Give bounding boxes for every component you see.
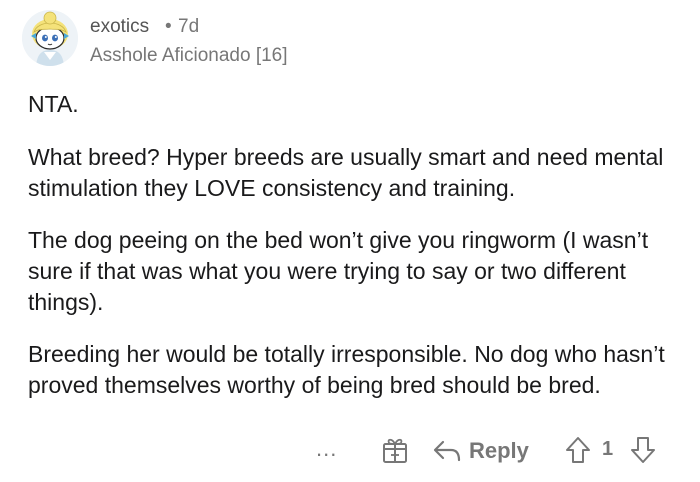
comment-age: 7d <box>178 16 200 37</box>
upvote-button[interactable] <box>565 436 591 464</box>
award-button[interactable] <box>382 436 408 464</box>
avatar[interactable] <box>22 10 78 66</box>
vote-score: 1 <box>602 438 614 460</box>
comment: exotics • 7d Asshole Aficionado [16] NTA… <box>0 0 700 482</box>
meta-separator: • <box>165 16 172 37</box>
snoo-avatar-icon <box>22 10 78 66</box>
reply-label: Reply <box>469 438 529 463</box>
author-username[interactable]: exotics <box>90 16 149 38</box>
downvote-arrow-icon <box>631 437 655 463</box>
more-options-button[interactable]: ... <box>316 438 337 460</box>
reply-arrow-icon <box>433 440 461 462</box>
comment-paragraph: What breed? Hyper breeds are usually sma… <box>28 144 664 201</box>
upvote-arrow-icon <box>566 437 590 463</box>
comment-paragraph: The dog peeing on the bed won’t give you… <box>28 227 649 315</box>
reply-button[interactable]: Reply <box>433 436 529 466</box>
downvote-button[interactable] <box>630 436 656 464</box>
comment-paragraph: NTA. <box>28 91 79 117</box>
gift-award-icon <box>383 438 407 463</box>
user-flair: Asshole Aficionado [16] <box>90 45 288 66</box>
comment-paragraph: Breeding her would be totally irresponsi… <box>28 341 665 398</box>
